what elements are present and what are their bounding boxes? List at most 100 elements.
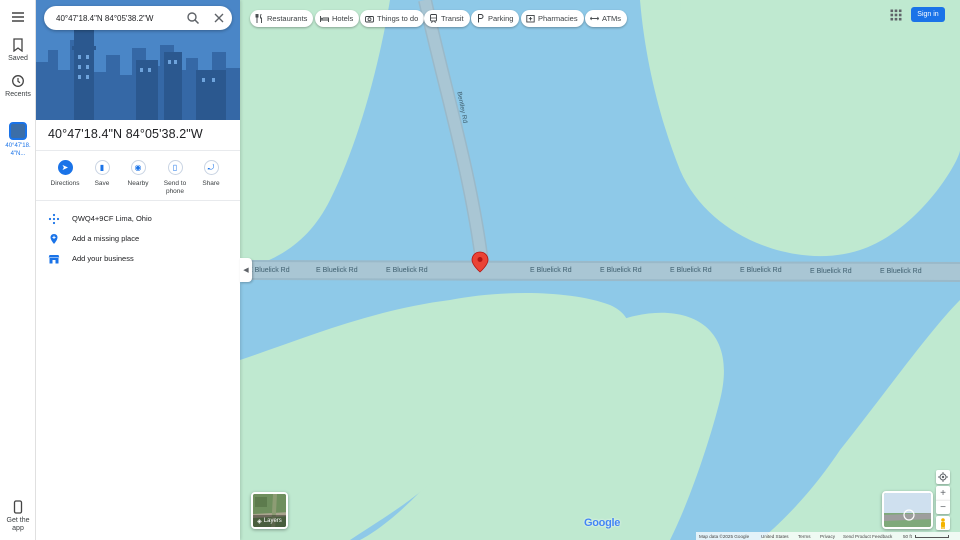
phone-icon [13,500,23,514]
add-business-text: Add your business [72,254,134,263]
collapse-panel-button[interactable]: ◀ [240,258,252,282]
recent-place-label: 40°47'18.4"N... [5,143,31,157]
zoom-in-button[interactable]: + [936,486,950,500]
plus-code-icon [48,213,60,225]
directions-label: Directions [50,180,80,187]
saved-label: Saved [8,55,28,62]
recents-button[interactable]: Recents [0,74,36,98]
bookmark-icon [13,38,23,52]
my-location-icon [938,472,948,482]
road-label-bluelick-9: E Bluelick Rd [880,268,922,275]
street-view-thumbnail [884,493,931,527]
nearby-icon: ◉ [130,160,146,175]
history-icon [12,75,24,87]
parking-icon [478,14,484,23]
privacy-link[interactable]: Privacy [820,534,835,539]
my-location-button[interactable] [936,470,950,484]
plus-code-row[interactable]: QWQ4+9CF Lima, Ohio [36,209,240,229]
search-input[interactable] [56,10,180,26]
add-missing-place-row[interactable]: Add a missing place [36,229,240,249]
pharmacy-icon [526,15,535,23]
road-label-bluelick-5: E Bluelick Rd [600,267,642,274]
get-app-label: Get the app [6,517,30,532]
map-data-attribution: Map data ©2025 Google [699,533,750,539]
train-icon [430,14,437,23]
save-button[interactable]: ▮ Save [82,160,122,188]
nearby-button[interactable]: ◉ Nearby [118,160,158,188]
camera-icon [365,16,374,23]
google-logo: Google [584,517,620,529]
add-missing-place-text: Add a missing place [72,234,140,243]
pegman-button[interactable] [936,516,950,530]
place-panel: 40°47'18.4"N 84°05'38.2"W ➤ Directions ▮… [36,0,240,540]
layers-icon: ◈ [257,518,262,525]
road-label-bluelick-1: E Bluelick Rd [248,267,290,274]
layers-button[interactable]: ◈ Layers [251,492,288,529]
road-label-bluelick-6: E Bluelick Rd [670,267,712,274]
directions-icon: ➤ [57,160,73,175]
nearby-label: Nearby [127,180,149,187]
add-location-icon [50,234,58,244]
chip-label: ATMs [602,14,622,23]
chip-label: Transit [441,14,464,23]
plus-icon: + [940,487,946,499]
scale-label[interactable]: 50 ft [903,534,912,539]
google-logo-text: Google [584,517,621,529]
road-label-bluelick-4: E Bluelick Rd [530,267,572,274]
zoom-out-button[interactable]: − [936,500,950,514]
share-label: Share [202,180,220,187]
sign-in-button[interactable]: Sign in [911,7,945,22]
recent-place-item[interactable]: 40°47'18.4"N... [0,122,36,158]
chip-parking[interactable]: Parking [471,10,520,27]
chip-atms[interactable]: ATMs [585,10,628,27]
search-box [44,6,232,30]
chip-pharmacies[interactable]: Pharmacies [521,10,584,27]
saved-button[interactable]: Saved [0,38,36,62]
send-feedback-link[interactable]: Send Product Feedback [843,534,892,539]
scale-bar [915,535,949,538]
directions-button[interactable]: ➤ Directions [45,160,85,188]
chip-things-to-do[interactable]: Things to do [360,10,425,27]
send-to-phone-button[interactable]: ▯ Send to phone [155,160,195,196]
menu-button[interactable] [0,10,36,27]
chip-restaurants[interactable]: Restaurants [250,10,314,27]
save-label: Save [94,180,110,187]
layers-label: Layers [263,518,282,524]
left-rail: Saved Recents 40°47'18.4"N... Get the ap… [0,0,36,540]
send-to-phone-label: Send to phone [163,180,187,195]
chip-label: Restaurants [267,14,308,23]
maps-app: Bentley Rd E Bluelick Rd E Bluelick Rd E… [0,0,960,540]
storefront-icon [48,255,60,264]
close-icon[interactable] [212,11,226,25]
chip-hotels[interactable]: Hotels [315,10,360,27]
phone-icon: ▯ [167,160,183,175]
place-title: 40°47'18.4"N 84°05'38.2"W [48,127,203,141]
hamburger-icon [12,12,24,22]
map-canvas[interactable]: Bentley Rd E Bluelick Rd E Bluelick Rd E… [240,0,960,540]
search-icon[interactable] [186,11,200,25]
chip-label: Hotels [332,14,354,23]
fork-knife-icon [255,14,262,23]
recents-label: Recents [5,91,31,98]
layers-label-wrap: ◈ Layers [253,515,286,527]
street-view-preview[interactable] [882,491,933,529]
share-button[interactable]: ⤾ Share [191,160,231,188]
plus-code-text: QWQ4+9CF Lima, Ohio [72,214,152,223]
map-footer: Map data ©2025 Google United States Term… [696,532,960,540]
action-bar: ➤ Directions ▮ Save ◉ Nearby ▯ Send to p… [36,160,240,200]
add-business-row[interactable]: Add your business [36,249,240,269]
atm-icon [590,16,599,21]
road-label-bluelick-7: E Bluelick Rd [740,267,782,274]
land-right [680,0,960,236]
recent-place-thumbnail [9,122,27,140]
road-label-bluelick-8: E Bluelick Rd [810,268,852,275]
chip-transit[interactable]: Transit [424,10,470,27]
apps-grid-icon[interactable] [890,9,902,21]
divider [36,200,240,201]
get-app-button[interactable]: Get the app [0,500,36,533]
terms-link[interactable]: Terms [798,534,811,539]
divider [36,150,240,151]
bed-icon [320,16,329,22]
country-link[interactable]: United States [761,534,789,539]
pegman-icon [941,517,945,529]
